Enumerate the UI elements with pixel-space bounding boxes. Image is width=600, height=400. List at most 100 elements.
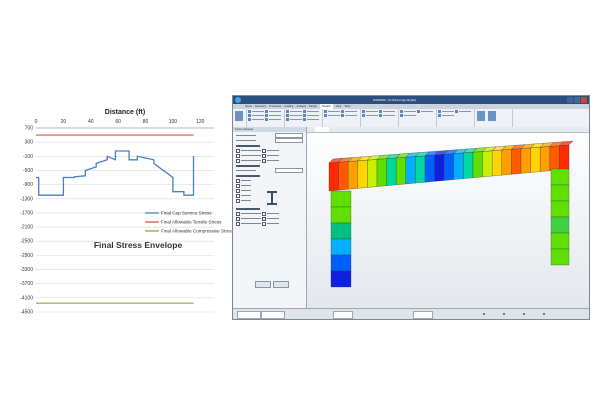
ribbon-command[interactable]	[362, 114, 378, 117]
ribbon-command[interactable]	[324, 114, 340, 117]
right-column-segment	[550, 200, 570, 218]
chart-svg: 700 300 -100 -500 -900 -1300 -1700 -2100 -2500 -2…	[20, 109, 232, 316]
load-case-row	[236, 133, 303, 138]
x-tick-label: 40	[88, 119, 94, 125]
close-icon[interactable]	[581, 97, 587, 103]
ribbon-command[interactable]	[417, 110, 433, 113]
option-checkbox[interactable]	[236, 153, 240, 158]
ribbon-command[interactable]	[438, 114, 454, 117]
status-tab[interactable]	[413, 311, 433, 319]
y-tick-label: -1300	[20, 196, 33, 202]
ribbon-command[interactable]	[455, 110, 471, 113]
beam-segment	[482, 150, 493, 178]
model-viewport[interactable]	[307, 127, 589, 311]
ribbon-command[interactable]	[303, 110, 319, 113]
beam-segment	[434, 154, 445, 182]
chart-title: Final Stress Envelope	[94, 240, 183, 250]
ribbon-command[interactable]	[303, 114, 319, 117]
display-row	[236, 211, 303, 216]
y-tick-label: -4500	[20, 310, 33, 316]
ribbon-group-reports	[437, 109, 475, 127]
ribbon-command[interactable]	[379, 110, 395, 113]
location-radio[interactable]	[236, 183, 240, 188]
left-column-segment	[330, 206, 352, 224]
title-bar: SAP2000 - [C:\Final Cap Model]	[233, 96, 589, 104]
ribbon-command[interactable]	[400, 114, 416, 117]
component-dropdown[interactable]	[275, 168, 303, 173]
beam-segment	[357, 159, 368, 189]
ribbon-command[interactable]	[286, 110, 302, 113]
print-icon[interactable]	[488, 111, 496, 121]
beam-segment	[376, 158, 387, 187]
ribbon-group-forces	[285, 109, 323, 127]
location-radio[interactable]	[236, 193, 240, 198]
ribbon-command[interactable]	[265, 114, 281, 117]
option-checkbox[interactable]	[262, 158, 266, 163]
status-indicator-icon	[483, 313, 485, 315]
beam-segment	[444, 153, 454, 181]
option-checkbox[interactable]	[236, 158, 240, 163]
location-radio[interactable]	[236, 178, 240, 183]
status-tab[interactable]	[237, 311, 261, 319]
option-checkbox[interactable]	[262, 148, 266, 153]
beam-segment	[540, 146, 550, 172]
left-column-segment	[330, 254, 352, 272]
option-row	[236, 153, 303, 158]
ribbon-command[interactable]	[400, 110, 416, 113]
section-header	[236, 145, 260, 147]
beam-segment	[463, 152, 474, 179]
right-column-segment	[550, 168, 570, 186]
display-checkbox[interactable]	[236, 211, 240, 216]
ribbon-group-tables	[399, 109, 437, 127]
y-tick-label: -2900	[20, 253, 33, 259]
ribbon-command[interactable]	[341, 114, 357, 117]
ribbon-command[interactable]	[324, 110, 340, 113]
status-bar	[233, 308, 589, 319]
beam-segment	[415, 155, 426, 184]
display-checkbox[interactable]	[262, 211, 266, 216]
beam-segment	[511, 148, 522, 175]
beam-segment	[367, 159, 378, 188]
status-tab[interactable]	[261, 311, 285, 319]
close-button[interactable]	[273, 281, 289, 288]
option-checkbox[interactable]	[236, 148, 240, 153]
location-radio[interactable]	[236, 198, 240, 203]
open-file-icon[interactable]	[235, 111, 243, 121]
ribbon-command[interactable]	[286, 114, 302, 117]
ribbon-command[interactable]	[286, 118, 302, 121]
export-icon[interactable]	[477, 111, 485, 121]
ribbon-toolbar	[233, 109, 589, 128]
status-tab[interactable]	[333, 311, 353, 319]
ribbon-command[interactable]	[362, 110, 378, 113]
step-dropdown[interactable]	[275, 138, 303, 143]
display-checkbox[interactable]	[236, 221, 240, 226]
location-radio[interactable]	[236, 188, 240, 193]
ribbon-command[interactable]	[438, 110, 454, 113]
ribbon-command[interactable]	[379, 114, 395, 117]
maximize-icon[interactable]	[574, 97, 580, 103]
ribbon-command[interactable]	[248, 110, 264, 113]
ribbon-group-stresses	[323, 109, 361, 127]
apply-button[interactable]	[255, 281, 271, 288]
display-checkbox[interactable]	[262, 221, 266, 226]
y-tick-label: 700	[25, 126, 34, 132]
ribbon-command[interactable]	[341, 110, 357, 113]
beam-segment	[424, 154, 435, 183]
y-tick-label: -3300	[20, 267, 33, 273]
option-checkbox[interactable]	[262, 153, 266, 158]
beam-segment	[492, 149, 502, 177]
ribbon-command[interactable]	[248, 114, 264, 117]
display-checkbox[interactable]	[236, 216, 240, 221]
ribbon-command[interactable]	[303, 118, 319, 121]
minimize-icon[interactable]	[567, 97, 573, 103]
display-checkbox[interactable]	[262, 216, 266, 221]
beam-segment	[559, 144, 570, 171]
ribbon-command[interactable]	[265, 118, 281, 121]
ribbon-command[interactable]	[265, 110, 281, 113]
ribbon-command[interactable]	[248, 118, 264, 121]
ribbon-group-export	[475, 109, 513, 127]
y-tick-label: -2500	[20, 239, 33, 245]
left-column-segment	[330, 222, 352, 240]
app-menu-icon[interactable]	[235, 97, 241, 103]
section-header	[236, 165, 260, 167]
